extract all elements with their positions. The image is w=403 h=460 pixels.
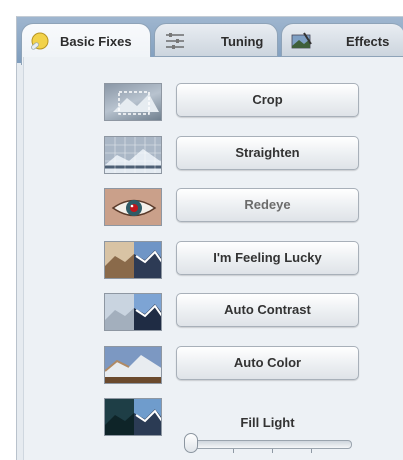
- paintbrush-icon: [291, 32, 312, 49]
- tab-effects[interactable]: Effects: [281, 23, 403, 57]
- feeling-lucky-thumbnail: [104, 241, 162, 279]
- straighten-thumbnail: [104, 136, 162, 174]
- tab-effects-label: Effects: [346, 34, 390, 49]
- auto-color-button[interactable]: Auto Color: [176, 346, 359, 380]
- auto-color-thumbnail: [104, 346, 162, 384]
- slider-tick: [272, 449, 273, 453]
- feeling-lucky-button[interactable]: I'm Feeling Lucky: [176, 241, 359, 275]
- slider-tick: [311, 449, 312, 453]
- redeye-thumbnail: [104, 188, 162, 226]
- auto-contrast-thumbnail: [104, 293, 162, 331]
- fill-light-thumbnail: [104, 398, 162, 436]
- redeye-button[interactable]: Redeye: [176, 188, 359, 222]
- fill-light-label: Fill Light: [240, 415, 295, 430]
- tab-tuning-label: Tuning: [221, 34, 264, 49]
- sliders-icon: [166, 33, 184, 49]
- adjust-panel: Basic Fixes Tuning Effects Crop Straight…: [16, 16, 403, 460]
- bandage-icon: [31, 32, 49, 50]
- crop-button[interactable]: Crop: [176, 83, 359, 117]
- auto-contrast-button[interactable]: Auto Contrast: [176, 293, 359, 327]
- crop-thumbnail: [104, 83, 162, 121]
- fill-light-slider-track[interactable]: [192, 440, 352, 449]
- tab-basic-fixes-label: Basic Fixes: [60, 34, 132, 49]
- slider-tick: [233, 449, 234, 453]
- tab-tuning[interactable]: Tuning: [154, 23, 278, 57]
- straighten-button[interactable]: Straighten: [176, 136, 359, 170]
- basic-fixes-content: Crop Straighten Redeye I'm Feeling Lucky…: [23, 57, 403, 460]
- fill-light-slider-thumb[interactable]: [184, 433, 198, 453]
